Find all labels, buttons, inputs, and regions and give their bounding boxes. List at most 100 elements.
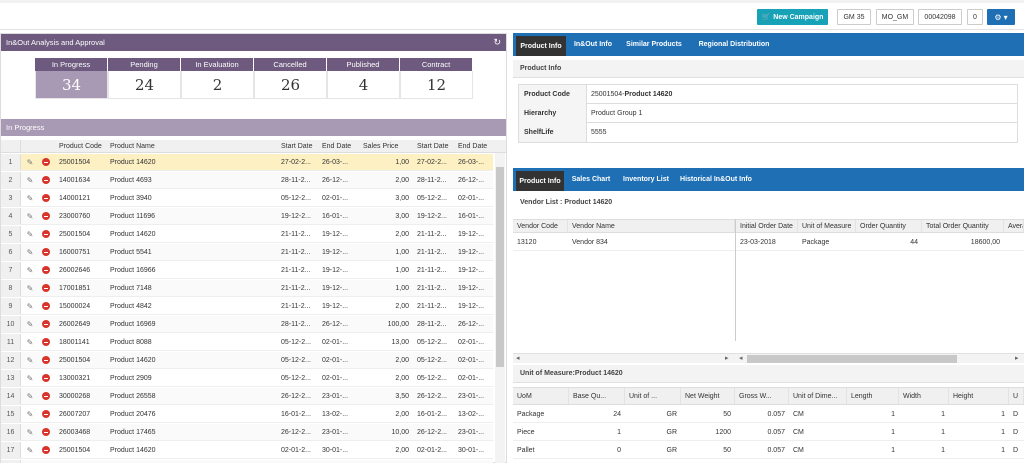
cell-product-code: 14000121	[59, 194, 91, 202]
vendor-horizontal-scrollbar[interactable]: ◂ ▸ ◂ ▸	[513, 353, 1024, 363]
grid-vertical-scrollbar[interactable]	[495, 153, 505, 463]
table-row[interactable]: 4 ✎ 23000760 Product 11696 19-12-2... 16-01-.…	[1, 208, 493, 225]
table-row[interactable]: 7 ✎ 26002646 Product 16966 21-11-2... 19-12-.…	[1, 262, 493, 279]
table-row[interactable]: 2 ✎ 14001634 Product 4693 28-11-2... 26-12-..…	[1, 172, 493, 189]
delete-icon[interactable]	[38, 388, 54, 404]
table-row[interactable]: 3 ✎ 14000121 Product 3940 05-12-2... 02-01-..…	[1, 190, 493, 207]
scroll-right-icon-2[interactable]: ▸	[1015, 354, 1019, 362]
table-row[interactable]: 15 ✎ 26007207 Product 20476 16-01-2... 13-02-…	[1, 406, 493, 423]
delete-icon[interactable]	[38, 406, 54, 422]
uom-row[interactable]: Piece 1 GR 1200 0.057 CM 1 1 1 D	[513, 424, 1024, 441]
cell-end-date-2: 23-01-...	[458, 428, 485, 436]
pencil-icon[interactable]: ✎	[22, 316, 38, 332]
pencil-icon[interactable]: ✎	[22, 154, 38, 170]
pencil-icon[interactable]: ✎	[22, 370, 38, 386]
pencil-icon[interactable]: ✎	[22, 244, 38, 260]
cell-end-date-2: 02-01-...	[458, 338, 485, 346]
settings-menu-button[interactable]: ⚙ ▾	[987, 9, 1015, 25]
delete-icon[interactable]	[38, 316, 54, 332]
pencil-icon[interactable]: ✎	[22, 190, 38, 206]
delete-icon[interactable]	[38, 370, 54, 386]
info-row-hierarchy: Hierarchy Product Group 1	[519, 104, 1017, 123]
table-row[interactable]: 17 ✎ 25001504 Product 14620 02-01-2... 30-01-…	[1, 442, 493, 459]
tab2-inventory-list[interactable]: Inventory List	[619, 168, 673, 191]
col-start-date[interactable]: Start Date	[279, 140, 319, 152]
detail-panel: Product Info In&Out Info Similar Product…	[513, 33, 1024, 463]
delete-icon[interactable]	[38, 424, 54, 440]
cell-product-code: 26007207	[59, 410, 91, 418]
pencil-icon[interactable]: ✎	[22, 424, 38, 440]
delete-icon[interactable]	[38, 172, 54, 188]
delete-icon[interactable]	[38, 226, 54, 242]
table-row[interactable]: 13 ✎ 13000321 Product 2909 05-12-2... 02-01-.…	[1, 370, 493, 387]
cell-sales-price: 10,00	[391, 428, 409, 436]
tab2-sales-chart[interactable]: Sales Chart	[568, 168, 614, 191]
table-row[interactable]: 9 ✎ 15000024 Product 4842 21-11-2... 19-12-..…	[1, 298, 493, 315]
uom-cell-wid: 1	[941, 446, 945, 454]
cell-start-date-2: 05-12-2...	[417, 338, 447, 346]
delete-icon[interactable]	[38, 280, 54, 296]
pencil-icon[interactable]: ✎	[22, 208, 38, 224]
pencil-icon[interactable]: ✎	[22, 226, 38, 242]
delete-icon[interactable]	[38, 154, 54, 170]
delete-icon[interactable]	[38, 262, 54, 278]
scroll-left-icon[interactable]: ◂	[516, 354, 520, 362]
delete-icon[interactable]	[38, 352, 54, 368]
delete-icon[interactable]	[38, 298, 54, 314]
col-end-date[interactable]: End Date	[320, 140, 360, 152]
account-pill[interactable]: 00042098	[918, 9, 962, 25]
cell-product-name: Product 7148	[110, 284, 152, 292]
mo-gm-pill[interactable]: MO_GM	[876, 9, 914, 25]
delete-icon[interactable]	[38, 208, 54, 224]
tab2-historical-info[interactable]: Historical In&Out Info	[677, 168, 755, 191]
pencil-icon[interactable]: ✎	[22, 352, 38, 368]
refresh-icon[interactable]: ↻	[493, 37, 501, 48]
pencil-icon[interactable]: ✎	[22, 388, 38, 404]
col-product-name[interactable]: Product Name	[108, 140, 278, 152]
col-sales-price[interactable]: Sales Price	[361, 140, 413, 152]
col-product-code[interactable]: Product Code	[57, 140, 107, 152]
uom-row[interactable]: Pallet 0 GR 50 0.057 CM 1 1 1 D	[513, 442, 1024, 459]
table-row[interactable]: 1 ✎ 25001504 Product 14620 27-02-2... 26-03-.…	[1, 154, 493, 171]
pencil-icon[interactable]: ✎	[22, 334, 38, 350]
delete-icon[interactable]	[38, 244, 54, 260]
scroll-left-icon-2[interactable]: ◂	[739, 354, 743, 362]
delete-icon[interactable]	[38, 442, 54, 458]
pencil-icon[interactable]: ✎	[22, 262, 38, 278]
pencil-icon[interactable]: ✎	[22, 442, 38, 458]
delete-icon[interactable]	[38, 190, 54, 206]
tab2-product-info[interactable]: Product Info	[516, 171, 564, 191]
table-row[interactable]: 5 ✎ 25001504 Product 14620 21-11-2... 19-12-.…	[1, 226, 493, 243]
cell-end-date: 23-01-...	[322, 392, 349, 400]
vendor-row[interactable]: 13120 Vendor 834 23-03-2018 Package 44 1…	[513, 234, 1024, 251]
tab-inout-info[interactable]: In&Out Info	[568, 33, 618, 56]
tab-similar-products[interactable]: Similar Products	[621, 33, 687, 56]
scroll-right-icon[interactable]: ▸	[725, 354, 729, 362]
pencil-icon[interactable]: ✎	[22, 280, 38, 296]
tab-product-info[interactable]: Product Info	[516, 36, 566, 56]
cell-end-date: 19-12-...	[322, 284, 349, 292]
pencil-icon[interactable]: ✎	[22, 406, 38, 422]
table-row[interactable]: 10 ✎ 26002649 Product 16969 28-11-2... 26-12-…	[1, 316, 493, 333]
new-campaign-button[interactable]: 🛒 New Campaign	[757, 9, 828, 25]
table-row[interactable]: 12 ✎ 25001504 Product 14620 05-12-2... 02-01-…	[1, 352, 493, 369]
notifications-pill[interactable]: 0	[967, 9, 983, 25]
table-row[interactable]: 16 ✎ 26003468 Product 17465 26-12-2... 23-01-…	[1, 424, 493, 441]
pencil-icon[interactable]: ✎	[22, 172, 38, 188]
gm-pill[interactable]: GM 35	[837, 9, 871, 25]
uom-row[interactable]: Package 24 GR 50 0.057 CM 1 1 1 D	[513, 406, 1024, 423]
delete-icon[interactable]	[38, 334, 54, 350]
col-start-date-2[interactable]: Start Date	[415, 140, 455, 152]
pencil-icon[interactable]: ✎	[22, 298, 38, 314]
product-info-table: Product Code 25001504- Product 14620 Hie…	[518, 84, 1018, 143]
table-row[interactable]: 8 ✎ 17001851 Product 7148 21-11-2... 19-12-..…	[1, 280, 493, 297]
vendor-split-divider[interactable]	[735, 219, 736, 341]
table-row[interactable]: 11 ✎ 18001141 Product 8088 05-12-2... 02-01-.…	[1, 334, 493, 351]
tab-regional-distribution[interactable]: Regional Distribution	[689, 33, 779, 56]
cell-start-date: 16-01-2...	[281, 410, 311, 418]
table-row[interactable]: 6 ✎ 16000751 Product 5541 21-11-2... 19-12-..…	[1, 244, 493, 261]
hscroll-thumb[interactable]	[747, 355, 957, 363]
col-end-date-2[interactable]: End Date	[456, 140, 494, 152]
table-row[interactable]: 14 ✎ 30000268 Product 26558 26-12-2... 23-01-…	[1, 388, 493, 405]
scroll-thumb[interactable]	[496, 167, 504, 367]
